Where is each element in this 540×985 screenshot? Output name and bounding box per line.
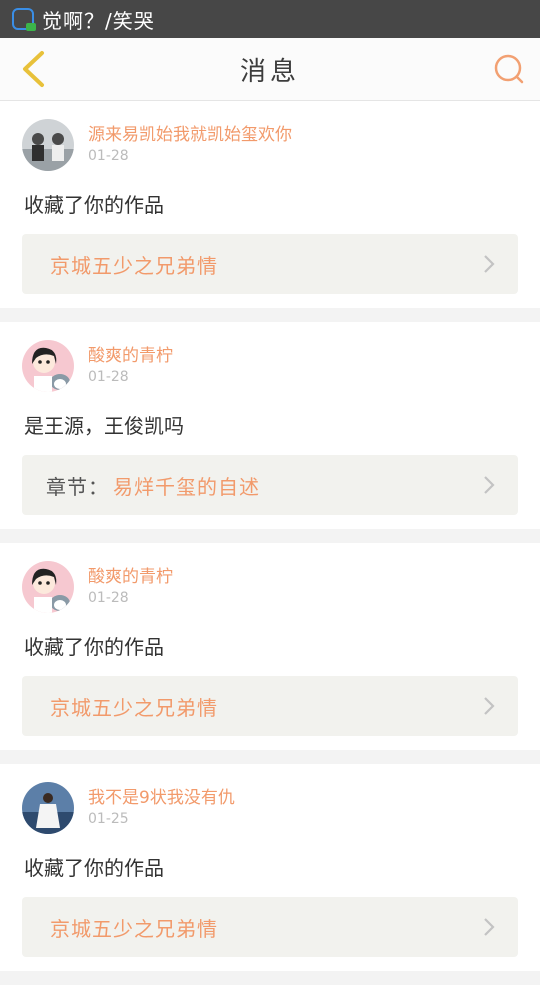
back-arrow-icon bbox=[23, 51, 44, 87]
status-text: 觉啊？/笑哭 bbox=[42, 8, 155, 33]
username[interactable]: 酸爽的青柠 bbox=[88, 345, 173, 367]
message-text: 收藏了你的作品 bbox=[24, 635, 164, 659]
chapter-link[interactable]: 章节： 易烊千玺的自述 bbox=[22, 455, 518, 515]
avatar[interactable] bbox=[22, 782, 74, 834]
page-title: 消息 bbox=[239, 56, 300, 87]
status-bar: 觉啊？/笑哭 bbox=[0, 0, 540, 38]
chevron-right-icon bbox=[484, 918, 495, 936]
chevron-right-icon bbox=[484, 697, 495, 715]
username[interactable]: 源来易凯始我就凯始玺欢你 bbox=[88, 124, 292, 146]
notification-card: 酸爽的青柠 01-28 收藏了你的作品 京城五少之兄弟情 bbox=[0, 543, 540, 750]
username[interactable]: 酸爽的青柠 bbox=[88, 566, 173, 588]
back-button[interactable] bbox=[14, 50, 52, 88]
ref-title: 京城五少之兄弟情 bbox=[50, 695, 218, 720]
ref-title: 京城五少之兄弟情 bbox=[50, 916, 218, 941]
ref-prefix: 章节： bbox=[46, 474, 109, 499]
message-text: 是王源，王俊凯吗 bbox=[24, 414, 184, 438]
work-link[interactable]: 京城五少之兄弟情 bbox=[22, 234, 518, 294]
notification-list: 源来易凯始我就凯始玺欢你 01-28 收藏了你的作品 京城五少之兄弟情 酸爽的青… bbox=[0, 101, 540, 985]
notification-card: 酸爽的青柠 01-28 是王源，王俊凯吗 章节： 易烊千玺的自述 bbox=[0, 322, 540, 529]
timestamp: 01-25 bbox=[88, 811, 129, 827]
avatar[interactable] bbox=[22, 340, 74, 392]
search-button[interactable] bbox=[492, 52, 526, 86]
chat-app-icon bbox=[12, 8, 36, 31]
avatar[interactable] bbox=[22, 561, 74, 613]
search-icon bbox=[494, 54, 524, 84]
nav-bar: 消息 bbox=[0, 38, 540, 101]
work-link[interactable]: 京城五少之兄弟情 bbox=[22, 897, 518, 957]
ref-title: 易烊千玺的自述 bbox=[113, 474, 260, 499]
notification-card: 我不是9状我没有仇 01-25 收藏了你的作品 京城五少之兄弟情 bbox=[0, 764, 540, 971]
work-link[interactable]: 京城五少之兄弟情 bbox=[22, 676, 518, 736]
ref-title: 京城五少之兄弟情 bbox=[50, 253, 218, 278]
chevron-right-icon bbox=[484, 255, 495, 273]
username[interactable]: 我不是9状我没有仇 bbox=[88, 787, 235, 809]
avatar[interactable] bbox=[22, 119, 74, 171]
notification-card: 源来易凯始我就凯始玺欢你 01-28 收藏了你的作品 京城五少之兄弟情 bbox=[0, 101, 540, 308]
message-text: 收藏了你的作品 bbox=[24, 856, 164, 880]
message-text: 收藏了你的作品 bbox=[24, 193, 164, 217]
timestamp: 01-28 bbox=[88, 369, 129, 385]
chevron-right-icon bbox=[484, 476, 495, 494]
timestamp: 01-28 bbox=[88, 590, 129, 606]
timestamp: 01-28 bbox=[88, 148, 129, 164]
